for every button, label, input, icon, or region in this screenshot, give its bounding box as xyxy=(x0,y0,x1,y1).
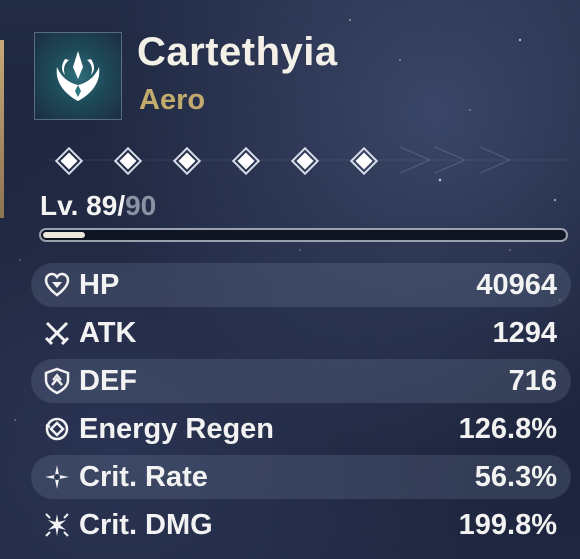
spark-icon xyxy=(45,465,69,489)
stat-value: 40964 xyxy=(476,268,557,301)
resonance-node xyxy=(347,144,381,183)
resonance-node xyxy=(229,144,263,183)
stat-value: 716 xyxy=(508,364,557,397)
level-max: 90 xyxy=(125,190,157,221)
stat-label: HP xyxy=(79,268,120,301)
xp-progress-bar xyxy=(39,228,568,242)
heart-icon xyxy=(44,272,70,297)
shield-icon xyxy=(44,367,70,395)
resonance-node xyxy=(288,144,322,183)
stat-row-crit-rate: Crit. Rate 56.3% xyxy=(31,455,571,499)
resonance-node xyxy=(52,144,86,183)
diamond-icon xyxy=(54,146,84,176)
diamond-icon xyxy=(290,146,320,176)
diamond-icon xyxy=(231,146,261,176)
resonance-node xyxy=(111,144,145,183)
level-separator: / xyxy=(117,190,126,221)
stat-label: Crit. DMG xyxy=(79,508,213,541)
energy-swirl-icon xyxy=(45,417,69,441)
level-prefix: Lv. xyxy=(40,190,87,221)
element-label: Aero xyxy=(139,84,206,116)
stat-value: 1294 xyxy=(492,316,557,349)
accent-bar xyxy=(0,40,4,218)
level-display: Lv. 89/90 xyxy=(40,190,156,222)
stat-value: 199.8% xyxy=(458,508,557,541)
stat-label: Crit. Rate xyxy=(79,460,208,493)
crossed-swords-icon xyxy=(44,321,70,346)
xp-progress-fill xyxy=(43,232,85,238)
diamond-icon xyxy=(349,146,379,176)
stat-value: 126.8% xyxy=(458,412,557,445)
level-current: 89 xyxy=(86,190,118,221)
aero-emblem-icon xyxy=(34,32,122,120)
resonance-nodes xyxy=(52,144,392,178)
stat-row-crit-dmg: Crit. DMG 199.8% xyxy=(31,503,571,547)
stat-row-energy-regen: Energy Regen 126.8% xyxy=(31,407,571,451)
stat-value: 56.3% xyxy=(474,460,557,493)
stat-row-atk: ATK 1294 xyxy=(31,311,571,355)
diamond-icon xyxy=(113,146,143,176)
stat-label: Energy Regen xyxy=(79,412,274,445)
diamond-icon xyxy=(172,146,202,176)
stat-row-hp: HP 40964 xyxy=(31,263,571,307)
stat-label: DEF xyxy=(79,364,137,397)
stat-label: ATK xyxy=(79,316,137,349)
character-name: Cartethyia xyxy=(137,30,338,74)
stat-row-def: DEF 716 xyxy=(31,359,571,403)
burst-sparks-icon xyxy=(45,513,69,537)
resonance-node xyxy=(170,144,204,183)
